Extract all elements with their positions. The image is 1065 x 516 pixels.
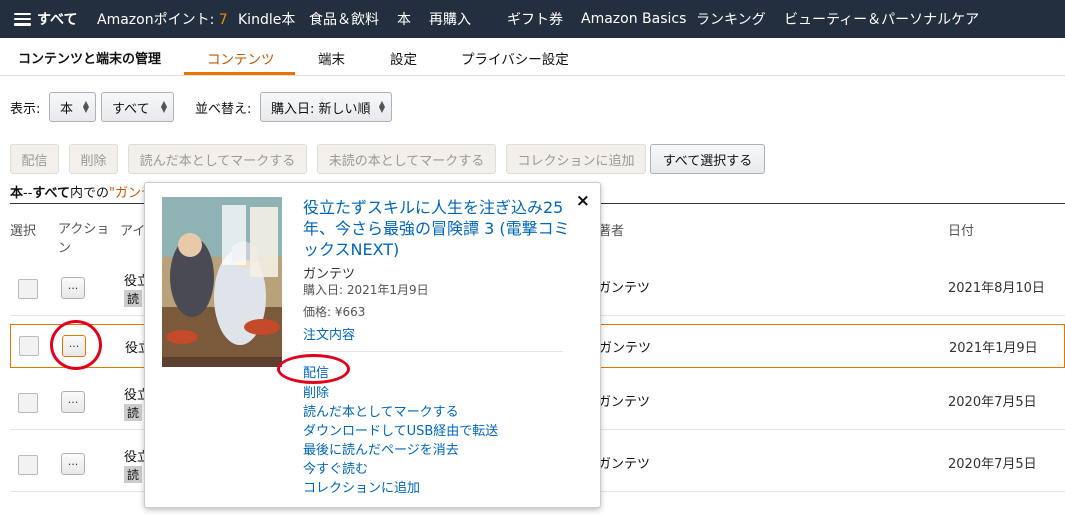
row-actions-button[interactable]: ... [62, 335, 86, 357]
row-author: ガンテツ [598, 457, 651, 472]
popover-mark-read-link[interactable]: 読んだ本としてマークする [303, 401, 459, 420]
scope-value: すべて [112, 101, 150, 117]
content-type-select[interactable]: 本 ▲ ▼ [49, 92, 96, 122]
row-date: 2021年8月10日 [948, 281, 1045, 296]
row-actions-button[interactable]: ... [61, 277, 85, 299]
row-author: ガンテツ [598, 281, 651, 296]
nav-kindle[interactable]: Kindle本 [238, 9, 295, 29]
sort-value: 購入日: 新しい順 [271, 101, 371, 117]
content-type-value: 本 [60, 101, 74, 117]
crumb-sep: -- [23, 186, 33, 201]
nav-points-value: 7 [218, 12, 228, 28]
row-checkbox[interactable] [18, 393, 38, 413]
popover-price: 価格: ¥663 [303, 305, 366, 319]
tab-devices[interactable]: 端末 [318, 48, 345, 68]
col-author-header[interactable]: 著者 [598, 220, 624, 239]
row-read-badge: 読 [124, 466, 143, 483]
nav-reorder[interactable]: 再購入 [429, 9, 471, 29]
show-label: 表示: [10, 101, 41, 117]
top-nav-bar: すべて Amazonポイント: 7 Kindle本 食品＆飲料 本 再購入 ギフ… [0, 0, 1065, 38]
popover-book-title[interactable]: 役立たずスキルに人生を注ぎ込み25年、今さら最強の冒険譚 3 (電撃コミックスN… [303, 197, 573, 260]
row-actions-button[interactable]: ... [61, 453, 85, 475]
col-item-header: アイ [120, 224, 146, 239]
row-checkbox[interactable] [18, 455, 38, 475]
add-to-collection-button[interactable]: コレクションに追加 [506, 144, 646, 174]
select-arrows-icon: ▲ ▼ [378, 99, 385, 114]
popover-clear-last-page-link[interactable]: 最後に読んだページを消去 [303, 439, 459, 458]
book-cover-image [162, 197, 282, 367]
popover-author: ガンテツ [303, 267, 356, 282]
row-author: ガンテツ [599, 341, 652, 356]
select-all-button[interactable]: すべて選択する [650, 144, 765, 174]
close-icon[interactable]: × [576, 191, 590, 211]
tab-content[interactable]: コンテンツ [207, 48, 275, 68]
popover-deliver-link[interactable]: 配信 [303, 362, 329, 381]
all-menu-label: すべて [37, 12, 78, 28]
popover-add-collection-link[interactable]: コレクションに追加 [303, 477, 420, 496]
sub-nav: コンテンツと端末の管理 コンテンツ 端末 設定 プライバシー設定 [0, 38, 1065, 76]
nav-ranking[interactable]: ランキング [696, 9, 766, 29]
row-date: 2020年7月5日 [948, 395, 1037, 410]
crumb-all: すべて [32, 186, 70, 201]
tab-settings[interactable]: 設定 [390, 48, 417, 68]
select-arrows-icon: ▲ ▼ [160, 99, 167, 114]
tab-privacy[interactable]: プライバシー設定 [461, 48, 569, 68]
row-author: ガンテツ [598, 395, 651, 410]
row-actions-button[interactable]: ... [61, 391, 85, 413]
row-read-badge: 読 [124, 404, 143, 421]
delete-button[interactable]: 削除 [69, 144, 118, 174]
mark-read-button[interactable]: 読んだ本としてマークする [128, 144, 307, 174]
popover-purchase-date: 購入日: 2021年1月9日 [303, 283, 429, 297]
mark-unread-button[interactable]: 未読の本としてマークする [317, 144, 496, 174]
crumb-books: 本 [10, 186, 24, 201]
order-details-link[interactable]: 注文内容 [303, 324, 355, 343]
row-checkbox[interactable] [19, 336, 39, 356]
hamburger-icon [14, 12, 31, 26]
popover-usb-transfer-link[interactable]: ダウンロードしてUSB経由で転送 [303, 420, 498, 439]
active-tab-underline [184, 72, 295, 75]
nav-food[interactable]: 食品＆飲料 [309, 9, 379, 29]
col-date-header[interactable]: 日付 [948, 220, 974, 239]
nav-beauty[interactable]: ビューティー＆パーソナルケア [784, 9, 979, 29]
all-menu-button[interactable]: すべて [14, 9, 77, 29]
nav-books[interactable]: 本 [397, 9, 411, 29]
row-checkbox[interactable] [18, 279, 38, 299]
nav-gift-cards[interactable]: ギフト券 [507, 9, 563, 29]
sort-select[interactable]: 購入日: 新しい順 ▲ ▼ [260, 92, 392, 122]
popover-read-now-link[interactable]: 今すぐ読む [303, 458, 368, 477]
crumb-in: 内での [69, 186, 109, 201]
scope-select[interactable]: すべて ▲ ▼ [101, 92, 174, 122]
row-date: 2020年7月5日 [948, 457, 1037, 472]
nav-points-label: Amazonポイント: [97, 12, 215, 28]
row-read-badge: 読 [124, 290, 143, 307]
col-action-header: アクション [58, 222, 110, 256]
nav-amazon-basics[interactable]: Amazon Basics [581, 11, 686, 27]
nav-amazon-points[interactable]: Amazonポイント: 7 [97, 9, 228, 29]
row-date: 2021年1月9日 [949, 341, 1038, 356]
popover-divider [303, 351, 563, 352]
item-details-popover: × 役立たずスキルに人生を注ぎ込み25年、今さら最強の冒険譚 3 (電撃コミック… [144, 182, 601, 508]
results-breadcrumb: 本--すべて内での"ガンテ [10, 182, 154, 201]
page-title: コンテンツと端末の管理 [18, 52, 162, 67]
col-select-header: 選択 [10, 224, 37, 239]
deliver-button[interactable]: 配信 [10, 144, 59, 174]
sort-label: 並べ替え: [195, 101, 252, 117]
popover-delete-link[interactable]: 削除 [303, 382, 329, 401]
select-arrows-icon: ▲ ▼ [82, 99, 89, 114]
